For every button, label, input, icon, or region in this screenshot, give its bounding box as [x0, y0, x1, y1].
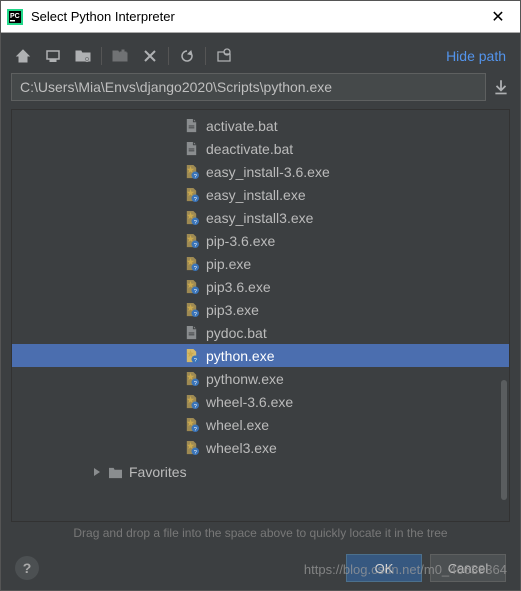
toolbar-divider: [101, 47, 102, 65]
exe-file-icon: ?: [184, 371, 199, 386]
exe-file-icon: ?: [184, 440, 199, 455]
file-name: pip3.6.exe: [206, 279, 271, 295]
svg-text:?: ?: [194, 266, 197, 271]
window-title: Select Python Interpreter: [31, 9, 482, 24]
toolbar-divider: [168, 47, 169, 65]
chevron-right-icon: [92, 467, 102, 477]
file-name: easy_install.exe: [206, 187, 306, 203]
exe-file-icon: ?: [184, 164, 199, 179]
path-input[interactable]: [11, 73, 486, 101]
new-folder-icon[interactable]: [112, 48, 128, 64]
file-row[interactable]: ? python.exe: [12, 344, 509, 367]
exe-file-icon: ?: [184, 187, 199, 202]
file-name: pythonw.exe: [206, 371, 284, 387]
help-button[interactable]: ?: [15, 556, 39, 580]
exe-file-icon: ?: [184, 210, 199, 225]
pycharm-logo-icon: PC: [7, 9, 23, 25]
titlebar: PC Select Python Interpreter ✕: [1, 1, 520, 33]
file-name: easy_install-3.6.exe: [206, 164, 330, 180]
exe-file-icon: ?: [184, 302, 199, 317]
bat-file-icon: [184, 141, 199, 156]
file-name: deactivate.bat: [206, 141, 293, 157]
bat-file-icon: [184, 118, 199, 133]
exe-file-icon: ?: [184, 256, 199, 271]
svg-text:?: ?: [194, 243, 197, 248]
file-row[interactable]: activate.bat: [12, 114, 509, 137]
file-name: python.exe: [206, 348, 275, 364]
favorites-label: Favorites: [129, 464, 187, 480]
exe-file-icon: ?: [184, 417, 199, 432]
file-name: wheel.exe: [206, 417, 269, 433]
file-name: wheel-3.6.exe: [206, 394, 293, 410]
file-row[interactable]: deactivate.bat: [12, 137, 509, 160]
svg-text:?: ?: [194, 289, 197, 294]
download-icon[interactable]: [492, 78, 510, 96]
file-tree: activate.bat deactivate.bat? easy_install-…: [11, 109, 510, 522]
svg-text:?: ?: [194, 174, 197, 179]
home-icon[interactable]: [15, 48, 31, 64]
scrollbar[interactable]: [501, 380, 507, 500]
svg-text:?: ?: [194, 220, 197, 225]
file-name: pip-3.6.exe: [206, 233, 275, 249]
exe-file-icon: ?: [184, 348, 199, 363]
svg-text:?: ?: [194, 197, 197, 202]
project-folder-icon[interactable]: [75, 48, 91, 64]
file-row[interactable]: ? pip-3.6.exe: [12, 229, 509, 252]
toolbar-divider: [205, 47, 206, 65]
toolbar: Hide path: [11, 43, 510, 73]
file-name: pip.exe: [206, 256, 251, 272]
window-close-button[interactable]: ✕: [482, 7, 514, 27]
file-name: pydoc.bat: [206, 325, 267, 341]
file-name: pip3.exe: [206, 302, 259, 318]
favorites-row[interactable]: Favorites: [12, 461, 509, 483]
file-row[interactable]: ? easy_install3.exe: [12, 206, 509, 229]
file-row[interactable]: ? pip3.6.exe: [12, 275, 509, 298]
folder-icon: [108, 466, 123, 479]
exe-file-icon: ?: [184, 279, 199, 294]
file-name: activate.bat: [206, 118, 278, 134]
delete-icon[interactable]: [142, 48, 158, 64]
file-row[interactable]: ? wheel.exe: [12, 413, 509, 436]
file-name: easy_install3.exe: [206, 210, 313, 226]
drop-hint: Drag and drop a file into the space abov…: [11, 522, 510, 548]
svg-text:?: ?: [194, 381, 197, 386]
file-row[interactable]: pydoc.bat: [12, 321, 509, 344]
svg-text:?: ?: [194, 450, 197, 455]
exe-file-icon: ?: [184, 233, 199, 248]
hide-path-link[interactable]: Hide path: [446, 48, 506, 64]
svg-text:?: ?: [194, 427, 197, 432]
svg-text:?: ?: [194, 312, 197, 317]
exe-file-icon: ?: [184, 394, 199, 409]
file-row[interactable]: ? pip.exe: [12, 252, 509, 275]
desktop-icon[interactable]: [45, 48, 61, 64]
cancel-button[interactable]: Cancel: [430, 554, 506, 582]
file-row[interactable]: ? easy_install-3.6.exe: [12, 160, 509, 183]
file-row[interactable]: ? pip3.exe: [12, 298, 509, 321]
file-row[interactable]: ? wheel3.exe: [12, 436, 509, 459]
ok-button[interactable]: OK: [346, 554, 422, 582]
file-row[interactable]: ? pythonw.exe: [12, 367, 509, 390]
bat-file-icon: [184, 325, 199, 340]
show-hidden-icon[interactable]: [216, 48, 232, 64]
svg-text:?: ?: [194, 358, 197, 363]
file-row[interactable]: ? wheel-3.6.exe: [12, 390, 509, 413]
refresh-icon[interactable]: [179, 48, 195, 64]
svg-text:PC: PC: [10, 13, 20, 20]
file-row[interactable]: ? easy_install.exe: [12, 183, 509, 206]
svg-text:?: ?: [194, 404, 197, 409]
file-name: wheel3.exe: [206, 440, 277, 456]
